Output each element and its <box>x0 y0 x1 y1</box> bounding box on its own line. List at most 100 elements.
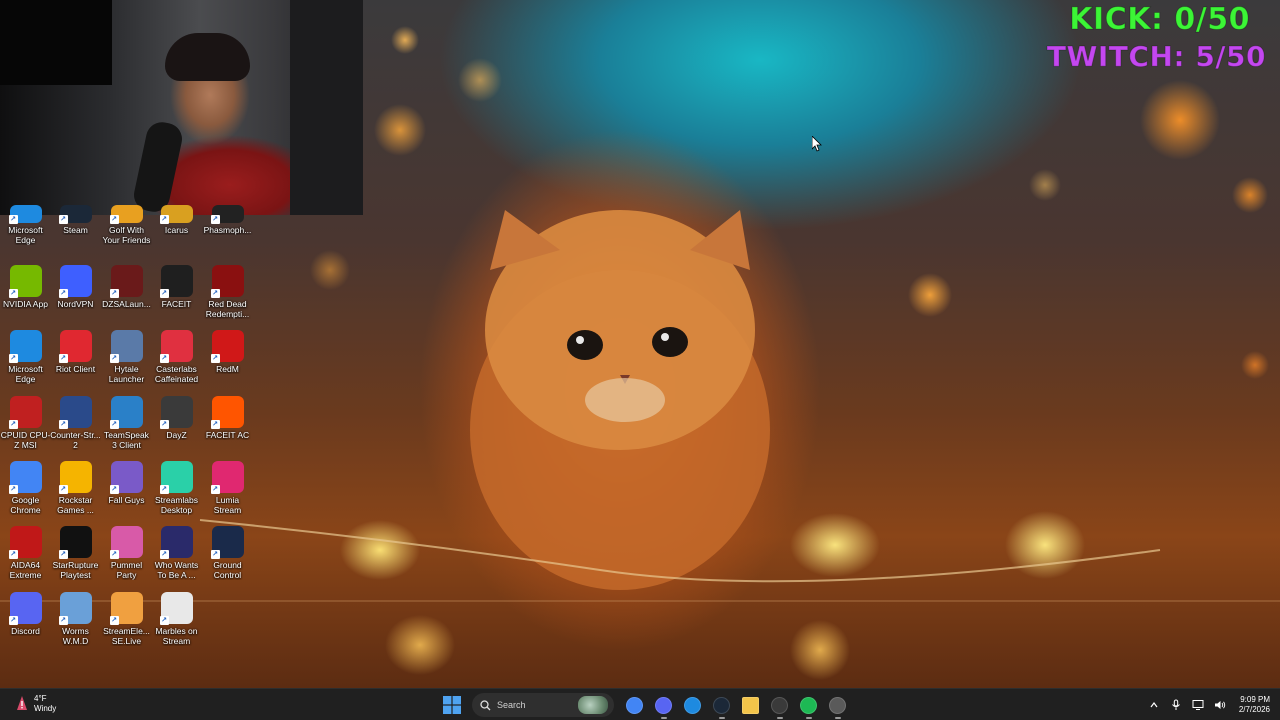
shortcut-arrow-icon: ↗ <box>8 289 18 298</box>
desktop-icon[interactable]: ↗ Red Dead Redempti... <box>202 265 253 327</box>
desktop-icon-label: StarRupture Playtest <box>52 560 99 580</box>
teamspeak-icon: ↗ <box>109 396 143 429</box>
desktop-icon[interactable]: ↗ Streamlabs Desktop <box>151 461 202 523</box>
network-icon[interactable] <box>1190 697 1206 713</box>
desktop-icon[interactable]: ↗ Worms W.M.D <box>50 592 101 654</box>
desktop-icon[interactable]: ↗ Phasmoph... <box>202 205 253 267</box>
search-placeholder: Search <box>497 700 526 710</box>
taskbar-center: Search <box>437 692 852 719</box>
desktop-icon[interactable]: ↗ TeamSpeak 3 Client <box>101 396 152 458</box>
start-button[interactable] <box>441 694 463 716</box>
edge-icon <box>684 696 701 714</box>
desktop-icon[interactable]: ↗ Casterlabs Caffeinated <box>151 330 202 392</box>
microphone-icon[interactable] <box>1168 697 1184 713</box>
desktop-icon[interactable]: ↗ CPUID CPU-Z MSI <box>0 396 51 458</box>
shortcut-arrow-icon: ↗ <box>8 420 18 429</box>
shortcut-arrow-icon: ↗ <box>8 485 18 494</box>
dayz-icon: ↗ <box>159 396 193 429</box>
desktop-icon-label: NordVPN <box>57 299 94 309</box>
weather-temperature: 4°F <box>34 694 47 703</box>
casterlabs-icon: ↗ <box>159 330 193 363</box>
taskbar-obs[interactable] <box>769 694 791 719</box>
shortcut-arrow-icon: ↗ <box>210 485 220 494</box>
taskbar-chrome[interactable] <box>624 694 646 716</box>
desktop-icon[interactable]: ↗ NVIDIA App <box>0 265 51 327</box>
desktop-icon[interactable]: ↗ Steam <box>50 205 101 267</box>
desktop-icon[interactable]: ↗ FACEIT AC <box>202 396 253 458</box>
weather-widget[interactable]: 4°F Windy <box>14 694 56 714</box>
desktop-icon-label: Icarus <box>164 225 189 235</box>
webcam-background-monitor <box>0 0 112 85</box>
shortcut-arrow-icon: ↗ <box>159 550 169 559</box>
desktop-icon[interactable]: ↗ Ground Control <box>202 526 253 588</box>
millionaire-icon: ↗ <box>159 526 193 559</box>
taskbar-search[interactable]: Search <box>472 693 614 717</box>
chevron-up-icon[interactable] <box>1146 697 1162 713</box>
desktop-icon[interactable]: ↗ RedM <box>202 330 253 392</box>
desktop-icon-label: StreamEle... SE.Live <box>103 626 150 646</box>
desktop-icon[interactable]: ↗ Hytale Launcher <box>101 330 152 392</box>
desktop-icon[interactable]: ↗ Google Chrome <box>0 461 51 523</box>
rockstar-icon: ↗ <box>58 461 92 494</box>
desktop-icon-label: Steam <box>63 225 88 235</box>
desktop-icon[interactable]: ↗ AIDA64 Extreme <box>0 526 51 588</box>
desktop-icon[interactable]: ↗ Lumia Stream <box>202 461 253 523</box>
streamlabs-icon: ↗ <box>159 461 193 494</box>
desktop-icon-label: NVIDIA App <box>3 299 48 309</box>
desktop-icon[interactable]: ↗ Discord <box>0 592 51 654</box>
desktop-icon-label: Casterlabs Caffeinated <box>154 364 199 384</box>
desktop-icon-label: Streamlabs Desktop <box>155 495 198 515</box>
desktop-icon[interactable]: ↗ Riot Client <box>50 330 101 392</box>
desktop-icon-label: DayZ <box>166 430 187 440</box>
desktop-icon[interactable]: ↗ Who Wants To Be A ... <box>151 526 202 588</box>
shortcut-arrow-icon: ↗ <box>58 215 68 224</box>
shortcut-arrow-icon: ↗ <box>58 485 68 494</box>
chrome-icon <box>626 696 643 714</box>
ground-control-icon: ↗ <box>210 526 244 559</box>
desktop-icon[interactable]: ↗ Golf With Your Friends <box>101 205 152 267</box>
desktop-icon[interactable]: ↗ Rockstar Games ... <box>50 461 101 523</box>
webcam-overlay <box>0 0 363 215</box>
wind-warning-icon <box>14 694 30 714</box>
clock[interactable]: 9:09 PM 2/7/2026 <box>1239 695 1270 715</box>
desktop-icon[interactable]: ↗ Fall Guys <box>101 461 152 523</box>
desktop-icon[interactable]: ↗ DZSALaun... <box>101 265 152 327</box>
desktop-icon[interactable]: ↗ StarRupture Playtest <box>50 526 101 588</box>
taskbar-spotify[interactable] <box>798 694 820 719</box>
pinned-apps <box>620 694 852 719</box>
shortcut-arrow-icon: ↗ <box>210 420 220 429</box>
desktop-icon-label: Phasmoph... <box>203 225 252 235</box>
taskbar-steam[interactable] <box>711 694 733 719</box>
desktop-icon[interactable]: ↗ Microsoft Edge <box>0 330 51 392</box>
desktop-icon[interactable]: ↗ NordVPN <box>50 265 101 327</box>
redm-icon: ↗ <box>210 330 244 363</box>
search-icon <box>480 699 491 710</box>
volume-icon[interactable] <box>1212 697 1228 713</box>
desktop-icon[interactable]: ↗ FACEIT <box>151 265 202 327</box>
desktop-icon[interactable]: ↗ DayZ <box>151 396 202 458</box>
steam-icon: ↗ <box>58 205 92 224</box>
obs-icon <box>771 696 788 714</box>
windows-icon <box>442 696 461 714</box>
taskbar-extra-app[interactable] <box>827 694 849 719</box>
shortcut-arrow-icon: ↗ <box>58 420 68 429</box>
starrupture-icon: ↗ <box>58 526 92 559</box>
desktop-icon-label: Hytale Launcher <box>108 364 145 384</box>
desktop-icon[interactable]: ↗ Marbles on Stream <box>151 592 202 654</box>
taskbar-file-explorer[interactable] <box>740 694 762 716</box>
shortcut-arrow-icon: ↗ <box>8 354 18 363</box>
phasmophobia-icon: ↗ <box>210 205 244 224</box>
desktop-icon[interactable]: ↗ Icarus <box>151 205 202 267</box>
desktop-icon[interactable]: ↗ StreamEle... SE.Live <box>101 592 152 654</box>
taskbar-discord[interactable] <box>653 694 675 719</box>
desktop-icon-label: Pummel Party <box>110 560 143 580</box>
desktop-icon-label: Who Wants To Be A ... <box>154 560 199 580</box>
shortcut-arrow-icon: ↗ <box>109 420 119 429</box>
desktop-icon[interactable]: ↗ Counter-Str... 2 <box>50 396 101 458</box>
desktop-icon-label: AIDA64 Extreme <box>9 560 42 580</box>
desktop-icon[interactable]: ↗ Pummel Party <box>101 526 152 588</box>
desktop-icon[interactable]: ↗ Microsoft Edge <box>0 205 51 267</box>
shortcut-arrow-icon: ↗ <box>58 550 68 559</box>
desktop-icon-label: FACEIT AC <box>205 430 250 440</box>
taskbar-edge[interactable] <box>682 694 704 716</box>
